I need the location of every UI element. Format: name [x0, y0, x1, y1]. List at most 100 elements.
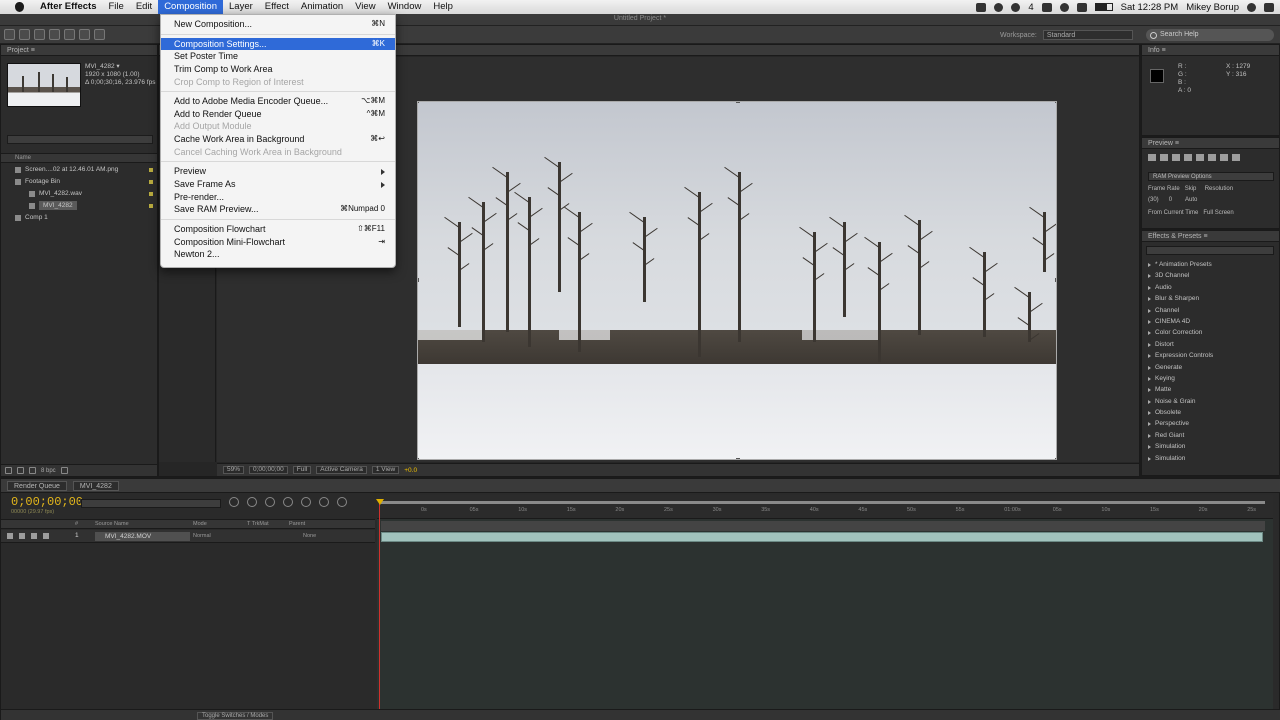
full-screen-checkbox[interactable]: Full Screen — [1203, 210, 1233, 216]
menu-composition[interactable]: Composition — [158, 0, 223, 14]
work-area-bar[interactable] — [381, 501, 1265, 504]
pen-tool-icon[interactable] — [94, 29, 105, 40]
effect-category[interactable]: * Animation Presets — [1147, 259, 1213, 270]
apple-icon[interactable] — [12, 0, 26, 14]
composition-frame[interactable] — [417, 101, 1057, 460]
play-icon[interactable] — [1172, 154, 1180, 161]
project-item[interactable]: Screen....02 at 12.46.01 AM.png — [1, 164, 157, 176]
brainstorm-icon[interactable] — [319, 497, 329, 507]
effect-category[interactable]: Keying — [1147, 373, 1213, 384]
interpret-footage-icon[interactable] — [5, 467, 12, 474]
transform-handle[interactable] — [418, 102, 419, 103]
effect-category[interactable]: Expression Controls — [1147, 350, 1213, 361]
menu-item-preview[interactable]: Preview — [161, 165, 395, 178]
menu-help[interactable]: Help — [427, 0, 459, 14]
resolution-dropdown[interactable]: Full — [292, 466, 312, 474]
new-composition-icon[interactable] — [29, 467, 36, 474]
menu-effect[interactable]: Effect — [259, 0, 295, 14]
clock[interactable]: Sat 12:28 PM — [1121, 2, 1179, 13]
playhead[interactable] — [376, 499, 384, 720]
sync-icon[interactable] — [1011, 2, 1021, 12]
volume-icon[interactable] — [1076, 2, 1087, 12]
bluetooth-icon[interactable] — [1041, 2, 1052, 12]
frame-blending-icon[interactable] — [283, 497, 293, 507]
effect-category[interactable]: CINEMA 4D — [1147, 316, 1213, 327]
transform-handle[interactable] — [418, 458, 419, 459]
spotlight-icon[interactable] — [1247, 2, 1256, 12]
transform-handle[interactable] — [418, 278, 419, 282]
project-tab[interactable]: Project ≡ — [1, 45, 157, 56]
ram-preview-icon[interactable] — [1232, 154, 1240, 161]
project-item[interactable]: MVI_4282.wav — [1, 188, 157, 200]
col-trkmat[interactable]: T TrkMat — [247, 521, 269, 527]
transform-handle[interactable] — [736, 102, 740, 103]
menu-item-save-frame-as[interactable]: Save Frame As — [161, 178, 395, 191]
col-mode[interactable]: Mode — [193, 521, 207, 527]
menu-item-trim-comp-to-work-area[interactable]: Trim Comp to Work Area — [161, 63, 395, 76]
effect-category[interactable]: Perspective — [1147, 418, 1213, 429]
audio-icon[interactable] — [1208, 154, 1216, 161]
ram-preview-options[interactable]: RAM Preview Options — [1148, 172, 1274, 181]
preview-tab[interactable]: Preview ≡ — [1142, 138, 1279, 149]
menu-item-new-composition[interactable]: New Composition... ⌘N — [161, 18, 395, 31]
transform-handle[interactable] — [1055, 278, 1056, 282]
camera-dropdown[interactable]: Active Camera — [316, 466, 367, 474]
menu-item-composition-settings[interactable]: Composition Settings... ⌘K — [161, 37, 395, 51]
hand-tool-icon[interactable] — [19, 29, 30, 40]
screen-icon[interactable] — [976, 2, 987, 12]
effect-category[interactable]: Channel — [1147, 305, 1213, 316]
layer-name[interactable]: MVI_4282.MOV — [95, 532, 190, 541]
zoom-dropdown[interactable]: 59% — [223, 466, 245, 474]
bit-depth[interactable]: 8 bpc — [41, 468, 56, 474]
new-folder-icon[interactable] — [17, 467, 24, 474]
timeline-graph-area[interactable]: 0s 05s 10s 15s 20s 25s 30s 35s 40s 45s 50s 55s 01:00… — [376, 495, 1273, 720]
dropbox-icon[interactable] — [994, 2, 1004, 12]
frame-rate-select[interactable]: (30) — [1148, 197, 1159, 203]
graph-editor-icon[interactable] — [337, 497, 347, 507]
timeline-current-time[interactable]: 0;00;00;00 — [11, 495, 83, 509]
menu-file[interactable]: File — [103, 0, 130, 14]
trash-icon[interactable] — [60, 467, 68, 474]
menu-item-cache-work-area-in-background[interactable]: Cache Work Area in Background ⌘↩ — [161, 133, 395, 146]
previous-frame-icon[interactable] — [1160, 154, 1168, 161]
effect-category[interactable]: 3D Channel — [1147, 270, 1213, 281]
selection-tool-icon[interactable] — [4, 29, 15, 40]
current-time-display[interactable]: 0;00;00;00 — [249, 466, 288, 474]
workspace-dropdown[interactable]: Standard — [1042, 30, 1133, 40]
label-color-icon[interactable] — [149, 204, 153, 208]
effect-category[interactable]: Audio — [1147, 282, 1213, 293]
video-eye-icon[interactable] — [7, 533, 13, 539]
menu-view[interactable]: View — [349, 0, 381, 14]
menu-item-pre-render[interactable]: Pre-render... — [161, 191, 395, 204]
comp-mini-flowchart-icon[interactable] — [229, 497, 239, 507]
menu-layer[interactable]: Layer — [223, 0, 259, 14]
tab-render-queue[interactable]: Render Queue — [7, 480, 67, 491]
effect-category[interactable]: Color Correction — [1147, 327, 1213, 338]
draft-3d-icon[interactable] — [247, 497, 257, 507]
from-current-time-checkbox[interactable]: From Current Time — [1148, 210, 1198, 216]
effect-category[interactable]: Simulation — [1147, 453, 1213, 464]
menu-item-add-to-adobe-media-encoder-queue[interactable]: Add to Adobe Media Encoder Queue... ⌥⌘M — [161, 95, 395, 108]
lock-icon[interactable] — [43, 533, 49, 539]
user-name[interactable]: Mikey Borup — [1186, 2, 1239, 13]
rotate-tool-icon[interactable] — [49, 29, 60, 40]
effects-tab[interactable]: Effects & Presets ≡ — [1142, 231, 1279, 242]
battery-icon[interactable] — [1094, 3, 1113, 11]
first-frame-icon[interactable] — [1148, 154, 1156, 161]
menu-item-composition-flowchart[interactable]: Composition Flowchart ⇧⌘F11 — [161, 223, 395, 236]
menu-app-after-effects[interactable]: After Effects — [34, 0, 103, 14]
effect-category[interactable]: Noise & Grain — [1147, 396, 1213, 407]
menu-item-add-to-render-queue[interactable]: Add to Render Queue ^⌘M — [161, 108, 395, 121]
loop-icon[interactable] — [1220, 154, 1228, 161]
project-column-header[interactable]: Name — [1, 153, 157, 163]
transform-handle[interactable] — [736, 458, 740, 459]
tab-composition[interactable]: MVI_4282 — [72, 480, 119, 491]
layer-duration-bar[interactable] — [381, 532, 1263, 542]
audio-speaker-icon[interactable] — [19, 533, 25, 539]
col-parent[interactable]: Parent — [289, 521, 305, 527]
label-color-icon[interactable] — [149, 168, 153, 172]
timeline-search-input[interactable] — [81, 499, 221, 508]
col-source-name[interactable]: Source Name — [95, 521, 129, 527]
transform-handle[interactable] — [1055, 102, 1056, 103]
menu-item-save-ram-preview[interactable]: Save RAM Preview... ⌘Numpad 0 — [161, 203, 395, 216]
